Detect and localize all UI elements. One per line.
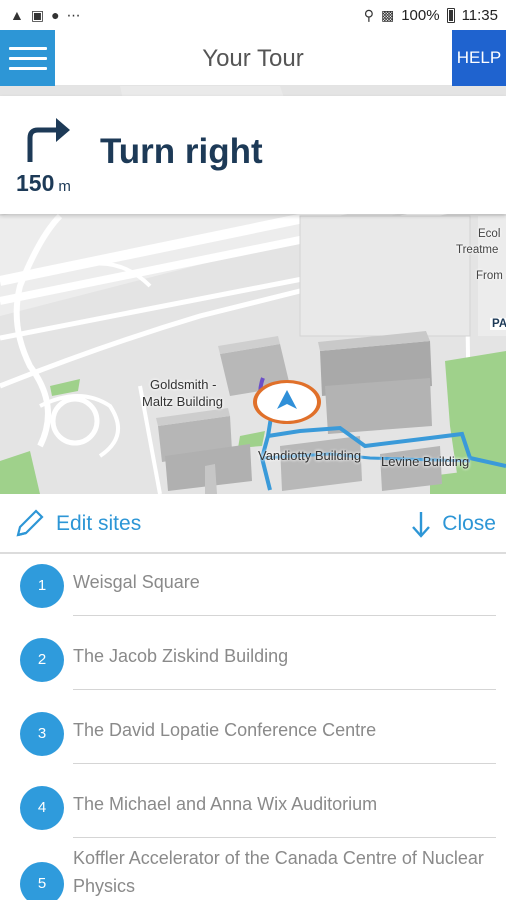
sites-sheet-header: Edit sites Close	[0, 494, 506, 554]
site-number-badge: 3	[20, 712, 64, 756]
map-label-goldsmith: Goldsmith -	[150, 377, 217, 392]
close-label: Close	[442, 512, 496, 535]
distance-readout: 150 m	[16, 170, 71, 197]
status-bar: ▲ ▣ ● ⋯ ⚲ ▩ 100% 11:35	[0, 0, 506, 30]
site-name: Koffler Accelerator of the Canada Centre…	[73, 848, 484, 896]
edit-sites-label: Edit sites	[56, 512, 142, 535]
divider	[73, 689, 496, 690]
turn-right-arrow-icon	[27, 118, 70, 162]
list-item[interactable]: 5 Koffler Accelerator of the Canada Cent…	[0, 848, 506, 900]
list-item[interactable]: 2 The Jacob Ziskind Building	[0, 630, 506, 704]
pencil-icon	[16, 509, 44, 537]
sync-icon: ●	[51, 7, 60, 23]
distance-unit: m	[58, 178, 71, 195]
map-label-from: From	[476, 270, 503, 282]
list-item[interactable]: 1 Weisgal Square	[0, 556, 506, 630]
navigation-icon: ▲	[10, 7, 24, 23]
image-icon: ▣	[30, 7, 45, 23]
app-bar: Your Tour HELP	[0, 30, 506, 86]
site-number-badge: 2	[20, 638, 64, 682]
site-name: The Michael and Anna Wix Auditorium	[73, 794, 378, 814]
map-label-vandiotty: Vandiotty Building	[258, 448, 362, 463]
battery-icon	[446, 7, 455, 23]
site-number-badge: 5	[20, 862, 64, 900]
list-item[interactable]: 3 The David Lopatie Conference Centre	[0, 704, 506, 778]
map-label-maltz: Maltz Building	[142, 394, 223, 409]
site-number-badge: 1	[20, 564, 64, 608]
battery-percent: 100%	[401, 6, 440, 24]
signal-icon: ▩	[380, 7, 395, 23]
site-name: The Jacob Ziskind Building	[73, 646, 289, 666]
instruction-text: Turn right	[100, 132, 263, 171]
location-icon: ⚲	[363, 7, 374, 23]
help-button[interactable]: HELP	[452, 30, 506, 86]
distance-value: 150	[16, 170, 55, 196]
close-sheet-button[interactable]: Close	[410, 504, 496, 544]
site-number-badge: 4	[20, 786, 64, 830]
divider	[73, 615, 496, 616]
edit-sites-button[interactable]: Edit sites	[12, 504, 141, 544]
map-label-levine: Levine Building	[381, 454, 470, 469]
current-location-marker	[253, 380, 321, 424]
site-name: Weisgal Square	[73, 572, 200, 592]
more-icon: ⋯	[66, 7, 81, 23]
map-label-treatme: Treatme	[456, 244, 499, 256]
map-label-ecol: Ecol	[478, 228, 501, 240]
arrow-down-icon	[412, 512, 431, 538]
status-right: ⚲ ▩ 100% 11:35	[364, 7, 498, 24]
navigation-instruction-card: 150 m Turn right	[0, 96, 506, 214]
status-left-icons: ▲ ▣ ● ⋯	[10, 8, 81, 22]
list-item[interactable]: 4 The Michael and Anna Wix Auditorium	[0, 778, 506, 852]
clock: 11:35	[461, 6, 498, 24]
divider	[73, 763, 496, 764]
site-name: The David Lopatie Conference Centre	[73, 720, 377, 740]
map-label-pa: PA	[490, 318, 506, 330]
sites-list: 1 Weisgal Square 2 The Jacob Ziskind Bui…	[0, 556, 506, 900]
divider	[73, 837, 496, 838]
page-title: Your Tour	[202, 45, 304, 72]
